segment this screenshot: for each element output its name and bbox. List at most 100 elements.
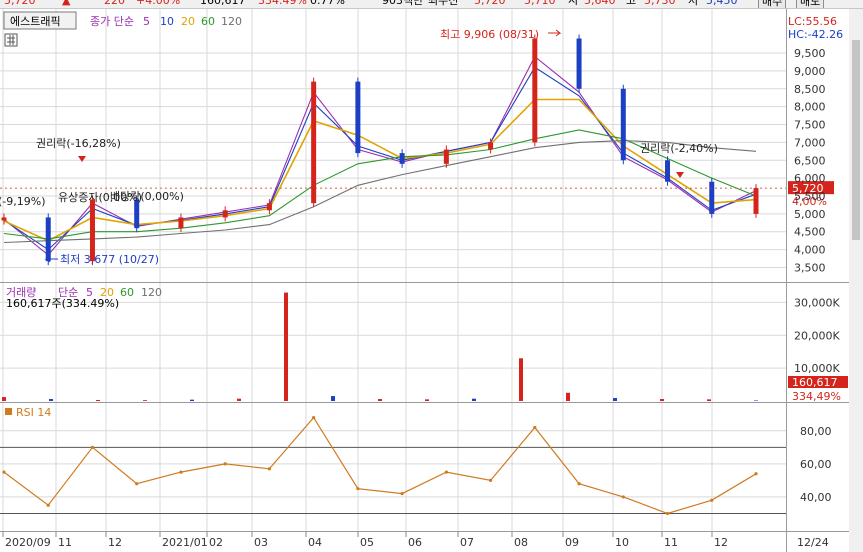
candle [266, 203, 272, 211]
rsi-legend-swatch [5, 408, 12, 415]
change-arrow: ▲ [62, 0, 71, 7]
legend-ma10: 10 [160, 15, 174, 28]
volume-bar [49, 399, 53, 401]
high-price: 5,730 [644, 0, 676, 7]
candle [89, 199, 95, 262]
price-tick-label: 8,000 [794, 101, 826, 114]
price-tick-label: 3,500 [794, 261, 826, 274]
volume-bar [472, 398, 476, 401]
current-volume-ratio: 334,49% [792, 390, 841, 403]
price-tick-label: 6,000 [794, 172, 826, 185]
buy-button[interactable]: 매수 [758, 0, 787, 8]
rsi-legend-title: RSI 14 [16, 406, 51, 419]
rsi-point [135, 482, 139, 486]
rsi-point [621, 495, 625, 499]
hc-value: HC:-42.26 [788, 28, 843, 41]
rsi-point [46, 503, 50, 507]
scroll-thumb[interactable] [852, 40, 860, 240]
price-tick-label: 6,500 [794, 154, 826, 167]
volume-bar [143, 400, 147, 401]
rsi-tick-label: 40,00 [800, 491, 832, 504]
rsi-point [90, 445, 95, 449]
x-tick-label: 03 [254, 536, 268, 549]
candle [620, 88, 626, 161]
candle [311, 81, 317, 204]
candle [576, 38, 582, 89]
volume-value: 160,617 [200, 0, 246, 7]
x-tick-label: 10 [615, 536, 629, 549]
volume-bar [237, 398, 241, 401]
legend-ma5: 5 [143, 15, 150, 28]
x-tick-label: 12 [714, 536, 728, 549]
volume-bar [190, 399, 194, 401]
candle [1, 217, 7, 221]
rsi-point [754, 472, 758, 476]
legend-ma60: 60 [201, 15, 215, 28]
open-price: 5,640 [584, 0, 616, 7]
amount: 903백만 [382, 0, 424, 7]
high-label: 고 [626, 0, 637, 7]
price-change: 220 [104, 0, 125, 7]
volume-bar [707, 399, 711, 401]
best-quote-label: 최우선 [428, 0, 459, 7]
grid-toggle-icon[interactable] [4, 33, 18, 47]
volume-bar [566, 392, 570, 401]
x-tick-label: 12 [108, 536, 122, 549]
rsi-point [488, 478, 493, 482]
volume-bar [754, 400, 758, 401]
bid-price: 5,710 [524, 0, 556, 7]
current-price: 5,720 [4, 0, 36, 7]
price-tick-label: 5,000 [794, 208, 826, 221]
rsi-point [223, 462, 227, 466]
candle [399, 153, 405, 164]
rsi-point [400, 492, 404, 496]
volume-bar [660, 399, 664, 401]
rsi-tick-label: 80,00 [800, 425, 832, 438]
x-tick-label: 05 [360, 536, 374, 549]
annotation-event: 권리락(-16,28%) [36, 137, 121, 150]
candle [178, 217, 184, 229]
turnover: 0.77% [310, 0, 345, 7]
low-label: 저 [688, 0, 699, 7]
annotation-event: 배당락(0,00%) [110, 190, 184, 203]
x-tick-label: 11 [58, 536, 72, 549]
volume-bar [2, 397, 6, 401]
candle [222, 210, 228, 218]
x-tick-label: 02 [209, 536, 223, 549]
price-tick-label: 8,500 [794, 83, 826, 96]
open-label: 시 [568, 0, 579, 7]
candle [709, 181, 715, 214]
volume-bar [331, 396, 335, 401]
tab-label: 에스트래픽 [10, 15, 61, 28]
rsi-panel [0, 403, 786, 531]
candle [753, 188, 759, 214]
rsi-point [2, 470, 6, 474]
price-tick-label: 9,000 [794, 65, 826, 78]
sell-button[interactable]: 매도 [796, 0, 825, 8]
x-tick-label: 09 [565, 536, 579, 549]
legend-ma20: 20 [181, 15, 195, 28]
rsi-point [356, 487, 360, 491]
rsi-tick-label: 60,00 [800, 458, 832, 471]
rsi-point [444, 470, 448, 474]
rsi-point [179, 470, 183, 474]
candle [532, 38, 538, 143]
volume-subtitle: 160,617주(334.49%) [6, 297, 119, 310]
stock-chart: 5,7204,00% 160,617334,49% 2020/09 11 12 202… [0, 9, 863, 552]
rsi-point [267, 467, 272, 471]
legend-ma120: 120 [221, 15, 242, 28]
candle [45, 217, 51, 262]
candle [443, 149, 449, 164]
volume-tick-label: 30,000K [794, 296, 840, 309]
price-tick-label: 5,500 [794, 190, 826, 203]
annotation-low: 최저 3,677 (10/27) [60, 253, 159, 266]
vol-legend-ma120: 120 [141, 286, 162, 299]
volume-bar [613, 398, 617, 401]
volume-bar [519, 358, 523, 401]
low-price: 5,450 [706, 0, 738, 7]
x-tick-label: 08 [514, 536, 528, 549]
price-change-pct: +4.00% [136, 0, 181, 7]
quote-bar: 5,720 ▲ 220 +4.00% 160,617 334.49% 0.77%… [0, 0, 863, 9]
vol-legend-ma60: 60 [120, 286, 134, 299]
x-tick-label: 11 [664, 536, 678, 549]
